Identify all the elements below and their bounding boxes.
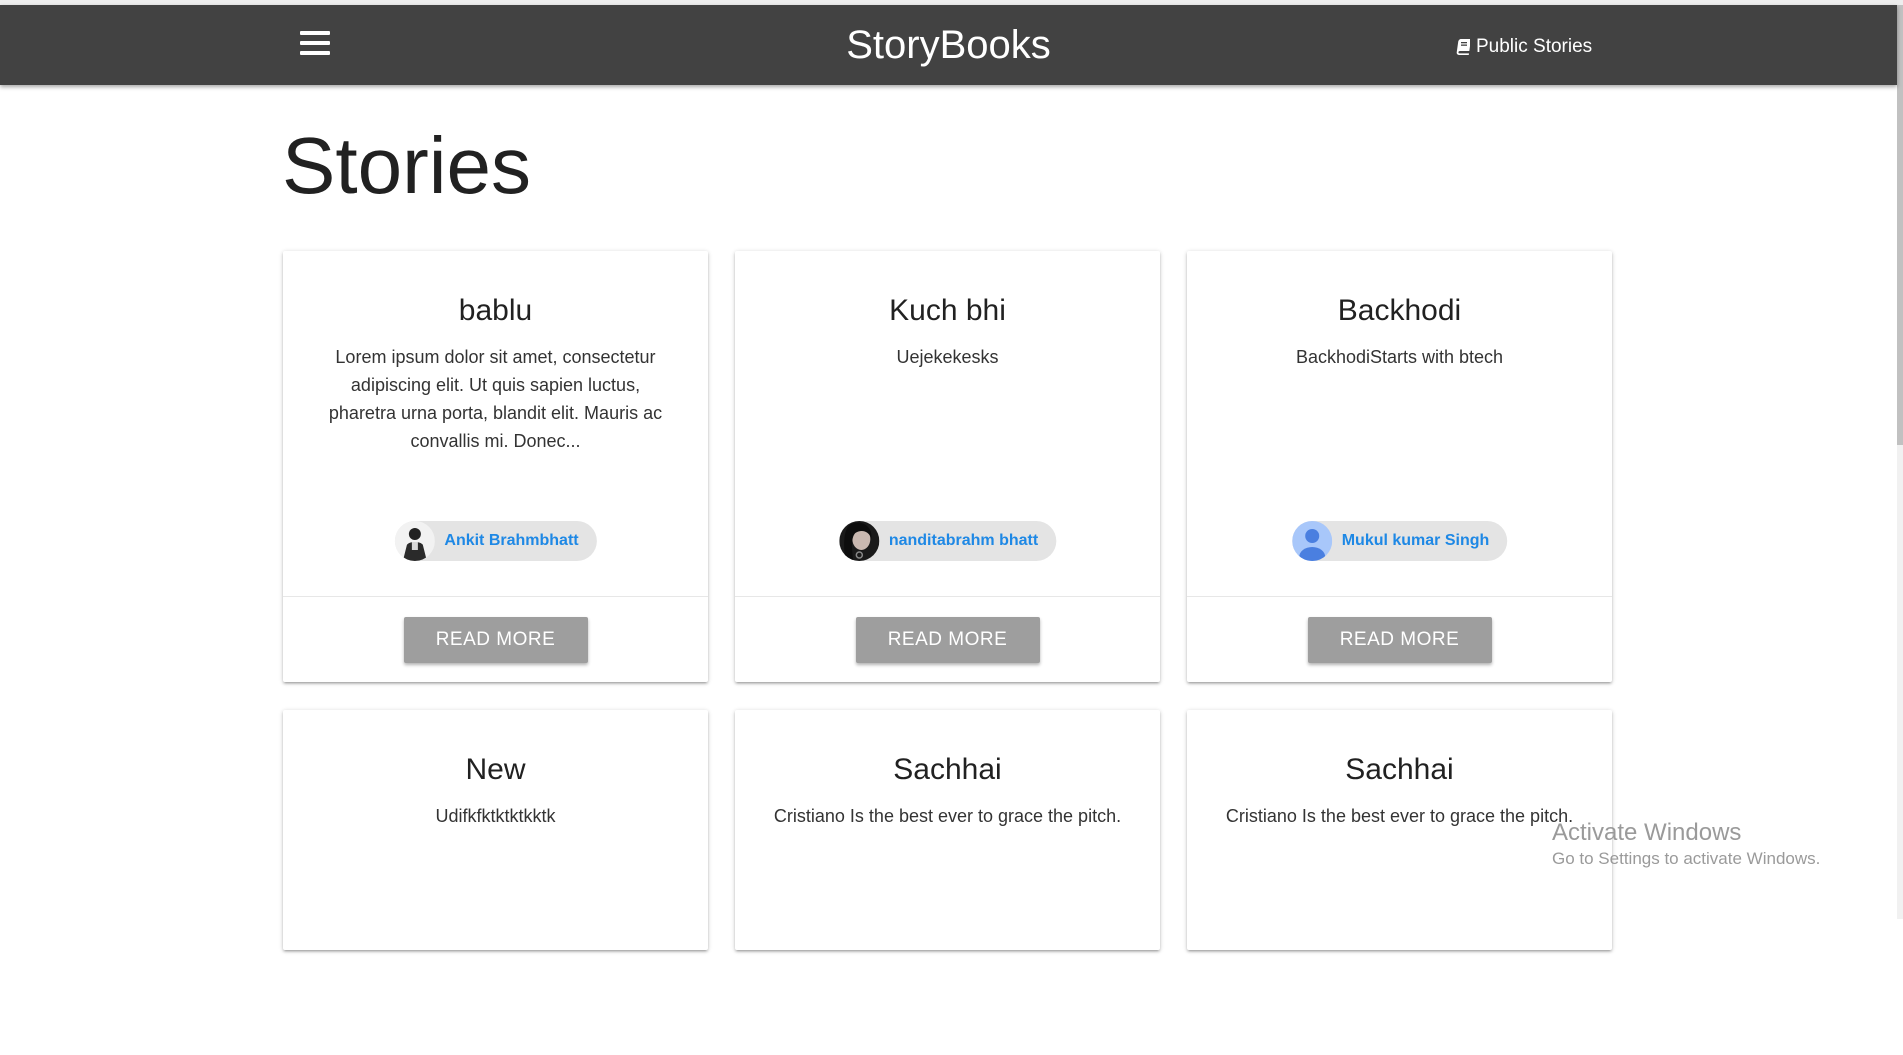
navbar: StoryBooks Public Stories bbox=[0, 5, 1897, 85]
book-icon bbox=[1456, 39, 1470, 55]
card-action: READ MORE bbox=[735, 596, 1160, 682]
author-chip[interactable]: Mukul kumar Singh bbox=[1291, 521, 1508, 561]
author-chip[interactable]: Ankit Brahmbhatt bbox=[394, 521, 597, 561]
public-stories-label: Public Stories bbox=[1476, 36, 1593, 57]
page-title: Stories bbox=[282, 121, 531, 210]
story-card: bablu Lorem ipsum dolor sit amet, consec… bbox=[283, 251, 708, 682]
story-excerpt: Udifkfktktktkktk bbox=[435, 806, 556, 826]
story-excerpt: Cristiano Is the best ever to grace the … bbox=[1225, 806, 1574, 826]
story-card: New Udifkfktktktkktk bbox=[283, 710, 708, 950]
author-name: Mukul kumar Singh bbox=[1341, 532, 1490, 549]
scrollbar-thumb[interactable] bbox=[1897, 5, 1903, 445]
story-title: Sachhai bbox=[1345, 753, 1454, 786]
avatar bbox=[394, 521, 435, 561]
card-action: READ MORE bbox=[1187, 596, 1612, 682]
story-excerpt: Lorem ipsum dolor sit amet, consectetur … bbox=[328, 347, 663, 451]
story-card: Backhodi BackhodiStarts with btech Mukul… bbox=[1187, 251, 1612, 682]
public-stories-link[interactable]: Public Stories bbox=[1456, 35, 1592, 59]
story-excerpt: Cristiano Is the best ever to grace the … bbox=[773, 806, 1122, 826]
windows-activation-watermark: Activate Windows Go to Settings to activ… bbox=[1552, 818, 1820, 870]
brand-logo: StoryBooks bbox=[0, 23, 1897, 67]
author-chip[interactable]: nanditabrahm bhatt bbox=[838, 521, 1057, 561]
card-action: READ MORE bbox=[283, 596, 708, 682]
author-name: nanditabrahm bhatt bbox=[888, 532, 1039, 549]
read-more-button[interactable]: READ MORE bbox=[1307, 616, 1492, 663]
story-title: Backhodi bbox=[1337, 294, 1462, 327]
story-title: bablu bbox=[458, 294, 533, 327]
story-card: Kuch bhi Uejekekesks nanditabrahm bhatt … bbox=[735, 251, 1160, 682]
vertical-scrollbar[interactable] bbox=[1897, 5, 1903, 919]
story-excerpt: BackhodiStarts with btech bbox=[1295, 347, 1504, 367]
avatar bbox=[1291, 521, 1332, 561]
author-name: Ankit Brahmbhatt bbox=[444, 532, 579, 549]
brand-link[interactable]: StoryBooks bbox=[846, 23, 1051, 67]
story-title: Sachhai bbox=[893, 753, 1002, 786]
read-more-button[interactable]: READ MORE bbox=[855, 616, 1040, 663]
story-card: Sachhai Cristiano Is the best ever to gr… bbox=[735, 710, 1160, 950]
watermark-subtitle: Go to Settings to activate Windows. bbox=[1552, 849, 1821, 868]
story-title: Kuch bhi bbox=[889, 294, 1006, 327]
story-excerpt: Uejekekesks bbox=[896, 347, 999, 367]
story-title: New bbox=[465, 753, 526, 786]
read-more-button[interactable]: READ MORE bbox=[403, 616, 588, 663]
watermark-title: Activate Windows bbox=[1552, 819, 1742, 846]
story-card: Sachhai Cristiano Is the best ever to gr… bbox=[1187, 710, 1612, 950]
avatar bbox=[838, 521, 879, 561]
